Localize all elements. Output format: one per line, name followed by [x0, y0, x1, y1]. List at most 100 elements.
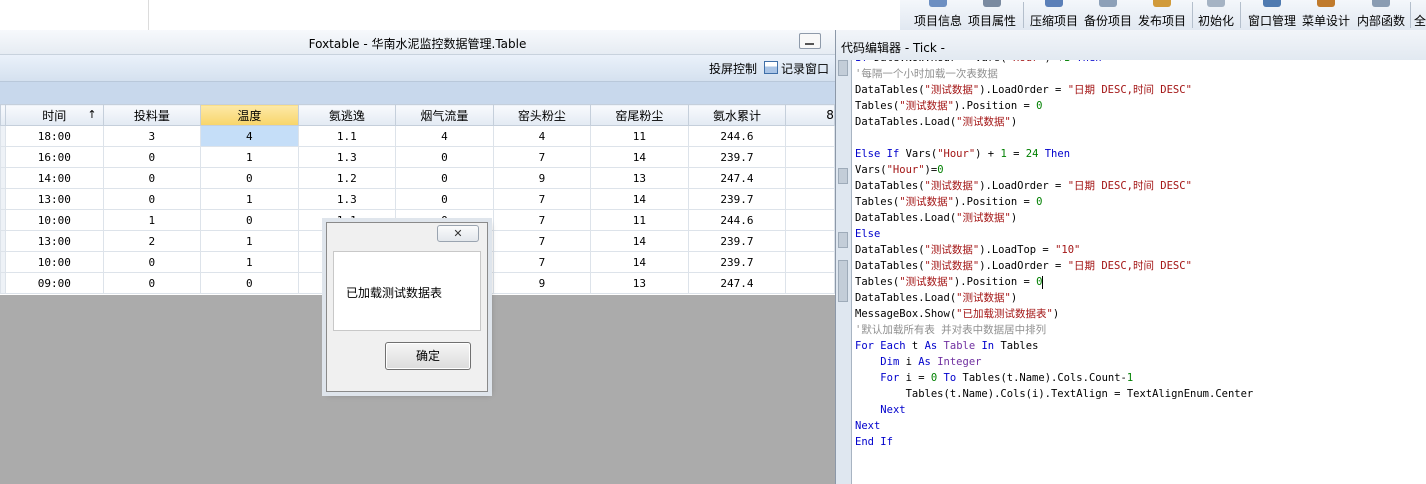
code-line[interactable]: Vars("Hour")=0 — [855, 162, 944, 178]
table-cell[interactable]: 7 — [492, 230, 592, 252]
table-cell[interactable]: 1.2 — [297, 167, 397, 189]
table-row[interactable]: 13:00 0 1 1.3 0 7 14 239.7 — [0, 188, 835, 210]
minimize-button[interactable] — [799, 33, 821, 49]
table-cell[interactable]: 1 — [200, 251, 299, 273]
table-cell[interactable]: 7 — [492, 209, 592, 231]
code-line[interactable]: DataTables("测试数据").LoadOrder = "日期 DESC,… — [855, 258, 1192, 274]
backup-project-button[interactable]: 备份项目 — [1082, 0, 1134, 30]
table-row[interactable]: 16:00 0 1 1.3 0 7 14 239.7 — [0, 146, 835, 168]
code-line[interactable]: Else If Vars("Hour") + 1 = 24 Then — [855, 146, 1070, 162]
table-cell[interactable]: 0 — [102, 272, 202, 294]
table-cell[interactable]: 0 — [200, 167, 299, 189]
table-cell[interactable]: 0 — [102, 188, 202, 210]
table-cell[interactable]: 239.7 — [687, 188, 787, 210]
table-cell[interactable]: 13:00 — [4, 230, 104, 252]
table-cell[interactable]: 2 — [102, 230, 202, 252]
table-cell[interactable]: 10:00 — [4, 209, 104, 231]
ok-button[interactable]: 确定 — [385, 342, 471, 370]
code-line[interactable]: DataTables("测试数据").LoadOrder = "日期 DESC,… — [855, 178, 1192, 194]
menu-design-button[interactable]: 菜单设计 — [1300, 0, 1352, 30]
table-row[interactable]: 18:00 3 4 1.1 4 4 11 244.6 — [0, 125, 835, 147]
table-cell[interactable]: 7 — [492, 146, 592, 168]
screen-control-button[interactable]: 投屏控制 — [709, 60, 757, 77]
table-cell[interactable]: 3 — [102, 125, 202, 147]
table-cell[interactable] — [785, 272, 835, 294]
table-row[interactable]: 14:00 0 0 1.2 0 9 13 247.4 — [0, 167, 835, 189]
table-cell[interactable]: 0 — [102, 146, 202, 168]
code-line[interactable]: '每隔一个小时加载一次表数据 — [855, 66, 998, 82]
table-cell[interactable] — [785, 230, 835, 252]
table-cell[interactable] — [785, 125, 835, 147]
table-cell[interactable]: 14 — [590, 146, 689, 168]
table-cell[interactable]: 0 — [102, 251, 202, 273]
table-cell[interactable]: 1 — [102, 209, 202, 231]
table-cell[interactable]: 0 — [200, 209, 299, 231]
table-cell[interactable] — [785, 146, 835, 168]
code-line[interactable]: For i = 0 To Tables(t.Name).Cols.Count-1 — [855, 370, 1133, 386]
table-cell[interactable]: 9 — [492, 167, 592, 189]
column-header-kiln-tail-dust[interactable]: 窑尾粉尘 — [590, 104, 689, 126]
column-header-flue-gas-flow[interactable]: 烟气流量 — [395, 104, 494, 126]
code-line[interactable]: Next — [855, 418, 880, 434]
table-cell[interactable]: 1.3 — [297, 146, 397, 168]
table-cell[interactable]: 4 — [200, 125, 299, 147]
code-line[interactable]: DataTables("测试数据").LoadOrder = "日期 DESC,… — [855, 82, 1192, 98]
table-cell[interactable]: 7 — [492, 251, 592, 273]
column-header-kiln-head-dust[interactable]: 窑头粉尘 — [492, 104, 592, 126]
table-cell[interactable]: 0 — [395, 146, 494, 168]
table-cell[interactable]: 247.4 — [687, 167, 787, 189]
close-button[interactable]: ✕ — [437, 225, 479, 242]
project-info-button[interactable]: 项目信息 — [912, 0, 964, 30]
code-line[interactable]: Tables("测试数据").Position = 0 — [855, 194, 1042, 210]
code-line[interactable]: '默认加载所有表 并对表中数据居中排列 — [855, 322, 1046, 338]
table-cell[interactable]: 11 — [590, 209, 689, 231]
code-line[interactable]: Else — [855, 226, 880, 242]
table-cell[interactable] — [785, 251, 835, 273]
table-cell[interactable]: 14 — [590, 251, 689, 273]
code-line[interactable]: DataTables.Load("测试数据") — [855, 290, 1017, 306]
table-cell[interactable]: 10:00 — [4, 251, 104, 273]
code-line[interactable]: End If — [855, 434, 893, 450]
column-header-feed[interactable]: 投料量 — [102, 104, 202, 126]
initialize-button[interactable]: 初始化 — [1196, 0, 1236, 30]
table-cell[interactable]: 1 — [200, 230, 299, 252]
window-manager-button[interactable]: 窗口管理 — [1246, 0, 1298, 30]
code-line[interactable]: DataTables("测试数据").LoadTop = "10" — [855, 242, 1080, 258]
code-line[interactable]: Next — [855, 402, 905, 418]
code-line[interactable]: Tables("测试数据").Position = 0 — [855, 98, 1042, 114]
table-cell[interactable]: 0 — [395, 167, 494, 189]
table-cell[interactable] — [785, 209, 835, 231]
column-header-ammonia-slip[interactable]: 氨逃逸 — [297, 104, 397, 126]
table-cell[interactable]: 9 — [492, 272, 592, 294]
code-line[interactable]: MessageBox.Show("已加载测试数据表") — [855, 306, 1059, 322]
code-line[interactable]: Tables(t.Name).Cols(i).TextAlign = TextA… — [855, 386, 1254, 402]
code-line[interactable]: DataTables.Load("测试数据") — [855, 114, 1017, 130]
column-header-extra[interactable]: 8 — [785, 104, 835, 126]
record-window-button[interactable]: 记录窗口 — [764, 60, 829, 77]
table-cell[interactable]: 1.3 — [297, 188, 397, 210]
table-cell[interactable]: 14 — [590, 230, 689, 252]
table-cell[interactable]: 4 — [395, 125, 494, 147]
table-cell[interactable]: 4 — [492, 125, 592, 147]
publish-project-button[interactable]: 发布项目 — [1136, 0, 1188, 30]
table-cell[interactable]: 247.4 — [687, 272, 787, 294]
table-cell[interactable]: 7 — [492, 188, 592, 210]
table-cell[interactable]: 239.7 — [687, 251, 787, 273]
code-line[interactable]: Dim i As Integer — [855, 354, 981, 370]
code-area[interactable]: If Date.Now.Hour = Vars("Hour") +1 Then'… — [851, 60, 1426, 484]
table-cell[interactable]: 1 — [200, 188, 299, 210]
table-cell[interactable]: 09:00 — [4, 272, 104, 294]
code-line[interactable]: Tables("测试数据").Position = 0 — [855, 274, 1042, 290]
compress-project-button[interactable]: 压缩项目 — [1028, 0, 1080, 30]
column-header-temperature[interactable]: 温度 — [200, 104, 299, 126]
table-cell[interactable]: 18:00 — [4, 125, 104, 147]
table-cell[interactable]: 244.6 — [687, 125, 787, 147]
table-cell[interactable] — [785, 167, 835, 189]
table-cell[interactable]: 14:00 — [4, 167, 104, 189]
table-cell[interactable]: 11 — [590, 125, 689, 147]
table-cell[interactable] — [785, 188, 835, 210]
table-cell[interactable]: 239.7 — [687, 146, 787, 168]
more-button[interactable]: 全 — [1414, 0, 1426, 30]
table-cell[interactable]: 13 — [590, 272, 689, 294]
table-cell[interactable]: 239.7 — [687, 230, 787, 252]
